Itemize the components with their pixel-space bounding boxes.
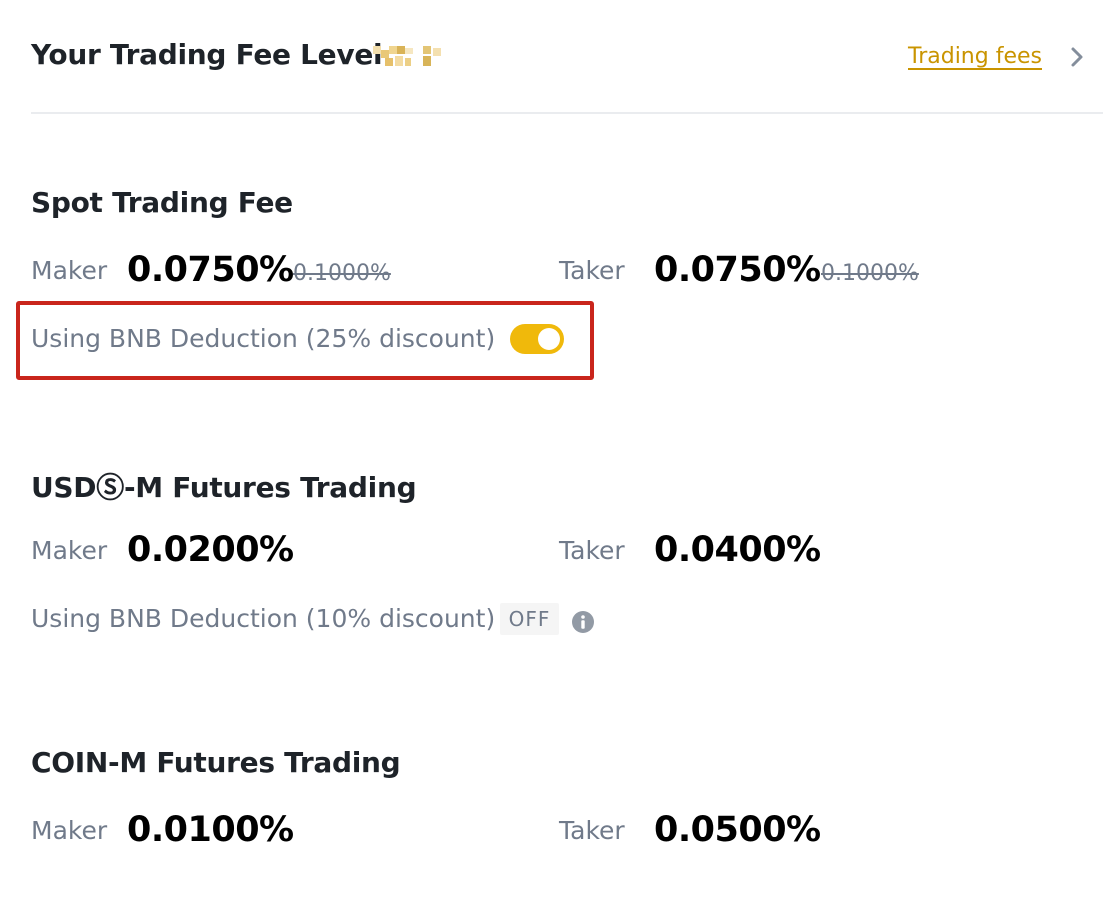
usdm-maker-value: 0.0200% bbox=[127, 530, 294, 570]
chevron-right-icon[interactable] bbox=[1068, 44, 1088, 70]
header-divider bbox=[31, 112, 1103, 114]
coinm-maker-label: Maker bbox=[31, 816, 108, 845]
usdm-bnb-deduction-label: Using BNB Deduction (10% discount) bbox=[31, 604, 496, 633]
usdm-maker-label: Maker bbox=[31, 536, 108, 565]
level-badge-icon bbox=[373, 46, 441, 66]
spot-taker-label: Taker bbox=[559, 256, 625, 285]
spot-section-title: Spot Trading Fee bbox=[31, 186, 293, 219]
spot-taker-value: 0.0750% bbox=[654, 250, 821, 290]
coinm-taker-value: 0.0500% bbox=[654, 810, 821, 850]
spot-maker-value: 0.0750% bbox=[127, 250, 294, 290]
usdm-taker-label: Taker bbox=[559, 536, 625, 565]
usdm-section-title: USDⓈ-M Futures Trading bbox=[31, 471, 417, 504]
usdm-taker-value: 0.0400% bbox=[654, 530, 821, 570]
spot-taker-original-value: 0.1000% bbox=[821, 261, 919, 286]
coinm-section-title: COIN-M Futures Trading bbox=[31, 746, 401, 779]
toggle-knob bbox=[538, 328, 560, 350]
spot-maker-original-value: 0.1000% bbox=[293, 261, 391, 286]
usdm-bnb-off-badge[interactable]: OFF bbox=[500, 603, 559, 635]
spot-maker-label: Maker bbox=[31, 256, 108, 285]
coinm-maker-value: 0.0100% bbox=[127, 810, 294, 850]
page-title: Your Trading Fee Level bbox=[31, 38, 383, 71]
coinm-taker-label: Taker bbox=[559, 816, 625, 845]
spot-bnb-deduction-toggle[interactable] bbox=[510, 324, 564, 354]
info-icon[interactable] bbox=[571, 610, 595, 634]
spot-bnb-deduction-label: Using BNB Deduction (25% discount) bbox=[31, 324, 496, 353]
trading-fees-link[interactable]: Trading fees bbox=[908, 44, 1042, 69]
